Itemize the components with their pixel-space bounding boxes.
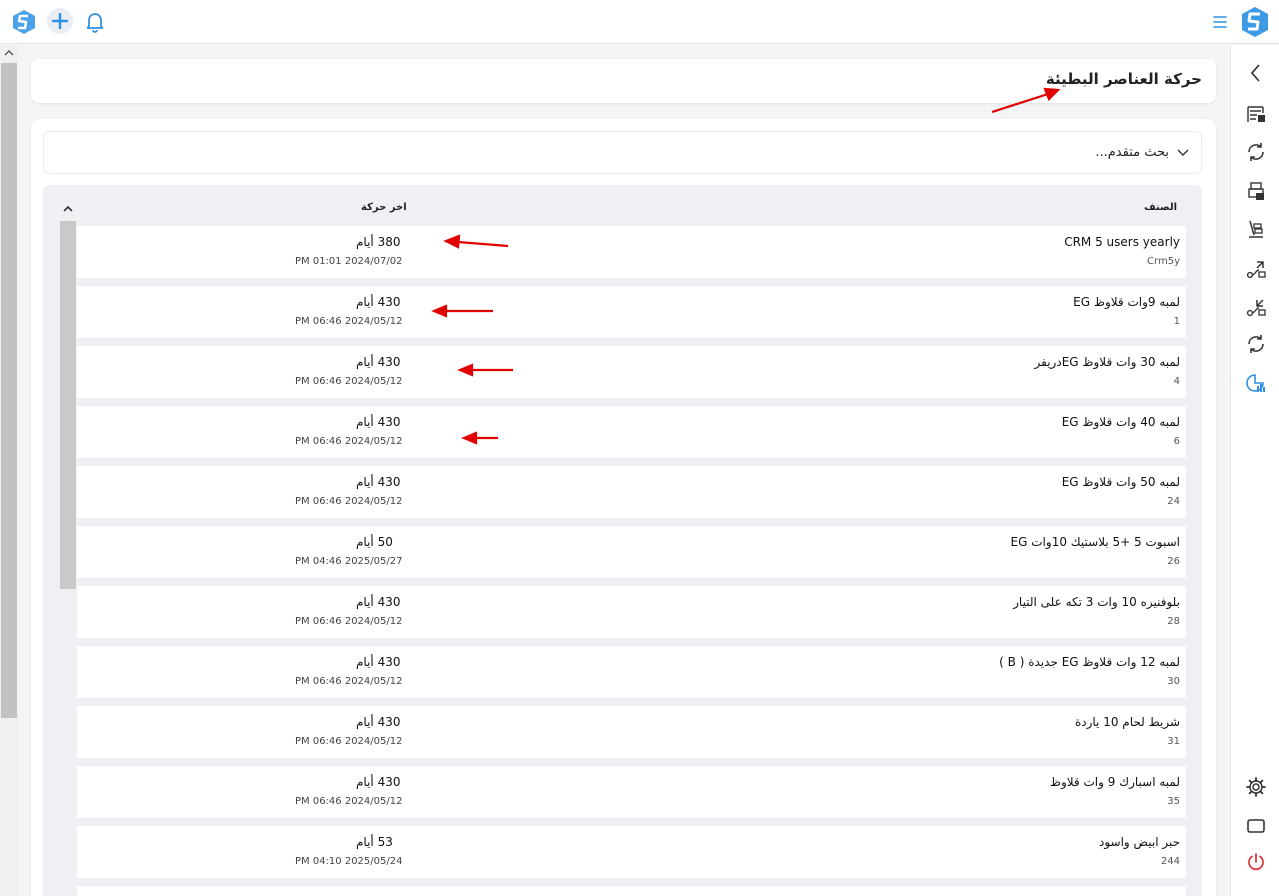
- bell-icon[interactable]: [85, 11, 105, 33]
- item-name: لمبه 50 وات قلاوظ EG: [1061, 475, 1180, 489]
- item-name: اسبوت 5 +5 بلاستيك 10وات EG: [1010, 535, 1180, 549]
- table-row[interactable]: بلوفنيره 10 وات 3 تكه على التيار 28 430 …: [77, 586, 1186, 638]
- item-name: لمبه اسبارك 9 وات قلاوظ: [1049, 775, 1180, 789]
- chart-icon[interactable]: [1245, 372, 1267, 394]
- menu-icon[interactable]: [1212, 14, 1228, 28]
- page-scrollbar[interactable]: [0, 45, 18, 896]
- last-movement-date: PM 04:10 2025/05/24: [295, 856, 403, 867]
- gear-icon[interactable]: [1245, 776, 1267, 798]
- warehouse-icon[interactable]: [1245, 103, 1267, 125]
- table-row[interactable]: CRM 5 users yearly Crm5y 380 أيام PM 01:…: [77, 226, 1186, 278]
- days-since-movement: 430 أيام: [356, 475, 401, 489]
- transfer-icon[interactable]: [1245, 258, 1267, 280]
- item-code: 1: [1173, 316, 1180, 327]
- item-name: CRM 5 users yearly: [1064, 235, 1180, 249]
- hand-truck-icon[interactable]: [1245, 218, 1267, 240]
- page-title: حركة العناصر البطيئة: [1045, 70, 1202, 88]
- power-icon[interactable]: [1245, 851, 1267, 873]
- table-row[interactable]: لمبه 40 وات قلاوظ EG 6 430 أيام PM 06:46…: [77, 406, 1186, 458]
- printer-icon[interactable]: [1245, 180, 1267, 202]
- advanced-search-label: بحث متقدم...: [1095, 145, 1169, 160]
- chevron-left-icon[interactable]: [1245, 62, 1267, 84]
- last-movement-date: PM 06:46 2024/05/12: [295, 376, 403, 387]
- scroll-up-icon[interactable]: [63, 205, 73, 213]
- page-header: حركة العناصر البطيئة: [31, 59, 1216, 103]
- sync-icon[interactable]: [1245, 141, 1267, 163]
- column-header-item[interactable]: الصنف: [1144, 202, 1177, 213]
- scroll-up-icon[interactable]: [4, 48, 14, 58]
- item-code: 24: [1167, 496, 1180, 507]
- days-since-movement: 430 أيام: [356, 355, 401, 369]
- last-movement-date: PM 06:46 2024/05/12: [295, 616, 403, 627]
- table-row[interactable]: حبر ابيض واسود 244 53 أيام PM 04:10 2025…: [77, 826, 1186, 878]
- main-panel: بحث متقدم... الصنف اخر حركة CRM 5 users …: [31, 119, 1216, 896]
- days-since-movement: 430 أيام: [356, 775, 401, 789]
- last-movement-date: PM 06:46 2024/05/12: [295, 676, 403, 687]
- sync-icon[interactable]: [1245, 333, 1267, 355]
- table-scrollbar[interactable]: [60, 201, 76, 896]
- tablet-icon[interactable]: [1245, 815, 1267, 837]
- last-movement-date: PM 06:46 2024/05/12: [295, 436, 403, 447]
- item-code: 30: [1167, 676, 1180, 687]
- table-scrollbar-thumb[interactable]: [60, 221, 76, 589]
- days-since-movement: 430 أيام: [356, 655, 401, 669]
- last-movement-date: PM 01:01 2024/07/02: [295, 256, 403, 267]
- days-since-movement: 430 أيام: [356, 415, 401, 429]
- app-logo-icon[interactable]: [1240, 6, 1270, 38]
- last-movement-date: PM 06:46 2024/05/12: [295, 736, 403, 747]
- table-row[interactable]: لمبه 12 وات قلاوظ EG جديدة ( B ) 30 430 …: [77, 646, 1186, 698]
- item-code: 6: [1173, 436, 1180, 447]
- item-name: بلوفنيره 10 وات 3 تكه على التيار: [1013, 595, 1180, 609]
- last-movement-date: PM 06:46 2024/05/12: [295, 496, 403, 507]
- table-row[interactable]: لمبه 30 وات قلاوظ EGدريفر 4 430 أيام PM …: [77, 346, 1186, 398]
- table-row[interactable]: لمبه 9وات قلاوظ EG 1 430 أيام PM 06:46 2…: [77, 286, 1186, 338]
- last-movement-date: PM 06:46 2024/05/12: [295, 796, 403, 807]
- table-row[interactable]: اسبوت 5 +5 بلاستيك 10وات EG 26 50 أيام P…: [77, 526, 1186, 578]
- item-name: لمبه 30 وات قلاوظ EGدريفر: [1034, 355, 1180, 369]
- days-since-movement: 430 أيام: [356, 295, 401, 309]
- app-logo-icon[interactable]: [11, 9, 37, 35]
- plus-icon: [52, 13, 68, 29]
- last-movement-date: PM 06:46 2024/05/12: [295, 316, 403, 327]
- table-row[interactable]: لمبه اسبارك 9 وات قلاوظ 35 430 أيام PM 0…: [77, 766, 1186, 818]
- slow-items-table: الصنف اخر حركة CRM 5 users yearly Crm5y …: [43, 185, 1202, 896]
- item-code: 35: [1167, 796, 1180, 807]
- item-name: حبر ابيض واسود: [1098, 835, 1180, 849]
- table-row[interactable]: [77, 886, 1186, 896]
- chevron-down-icon: [1177, 149, 1189, 156]
- days-since-movement: 430 أيام: [356, 715, 401, 729]
- days-since-movement: 380 أيام: [356, 235, 401, 249]
- right-sidebar: [1230, 45, 1279, 896]
- item-name: لمبه 40 وات قلاوظ EG: [1061, 415, 1180, 429]
- item-code: Crm5y: [1147, 256, 1180, 267]
- item-code: 26: [1167, 556, 1180, 567]
- column-header-last-movement[interactable]: اخر حركة: [361, 202, 407, 213]
- item-code: 28: [1167, 616, 1180, 627]
- table-row[interactable]: شريط لحام 10 ياردة 31 430 أيام PM 06:46 …: [77, 706, 1186, 758]
- days-since-movement: 53 أيام: [356, 835, 393, 849]
- transfer-icon[interactable]: [1245, 296, 1267, 318]
- top-bar: [0, 0, 1279, 44]
- item-code: 4: [1173, 376, 1180, 387]
- advanced-search-toggle[interactable]: بحث متقدم...: [43, 131, 1202, 174]
- days-since-movement: 430 أيام: [356, 595, 401, 609]
- item-name: لمبه 12 وات قلاوظ EG جديدة ( B ): [999, 655, 1180, 669]
- page-scrollbar-thumb[interactable]: [1, 63, 17, 718]
- item-name: شريط لحام 10 ياردة: [1074, 715, 1180, 729]
- days-since-movement: 50 أيام: [356, 535, 393, 549]
- item-name: لمبه 9وات قلاوظ EG: [1073, 295, 1180, 309]
- item-code: 244: [1160, 856, 1180, 867]
- add-button[interactable]: [47, 8, 73, 34]
- table-row[interactable]: لمبه 50 وات قلاوظ EG 24 430 أيام PM 06:4…: [77, 466, 1186, 518]
- item-code: 31: [1167, 736, 1180, 747]
- last-movement-date: PM 04:46 2025/05/27: [295, 556, 403, 567]
